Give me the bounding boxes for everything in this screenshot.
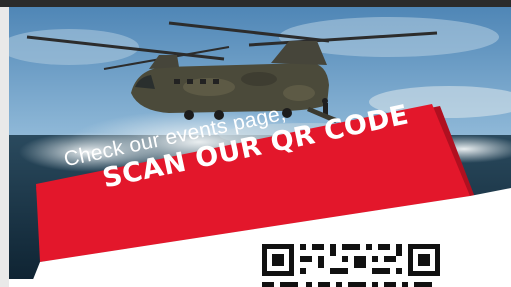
event-poster: Check our events page, SCAN OUR QR CODE <box>0 0 511 287</box>
left-border <box>0 7 9 287</box>
top-strip <box>0 0 511 7</box>
qr-code-icon[interactable] <box>262 240 442 287</box>
